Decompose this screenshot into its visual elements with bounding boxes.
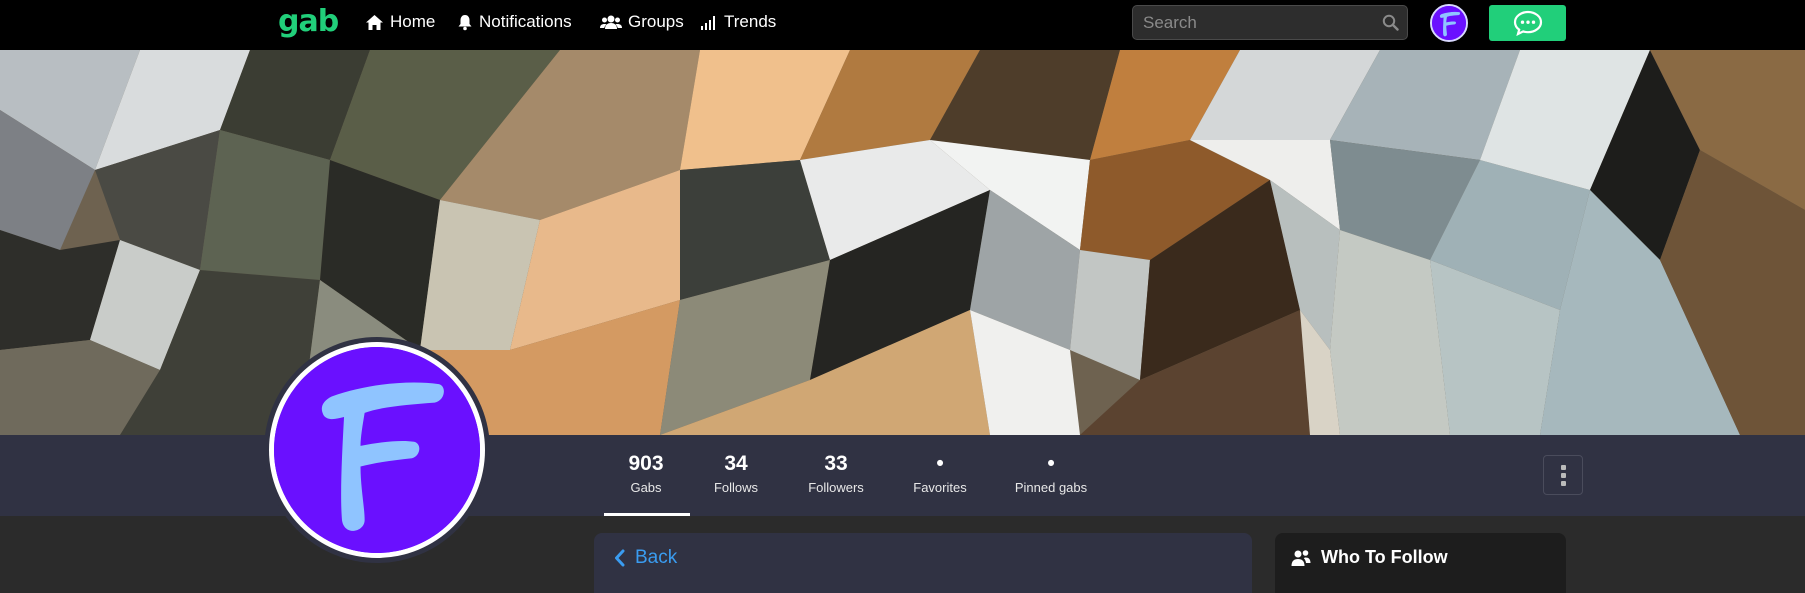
who-to-follow-panel: Who To Follow: [1275, 533, 1566, 593]
nav-home-label: Home: [390, 12, 436, 31]
active-tab-indicator: [604, 513, 690, 516]
back-label: Back: [635, 547, 678, 568]
nav-home[interactable]: Home: [365, 12, 435, 32]
chat-bubble-icon: [1513, 10, 1542, 36]
signal-icon: [701, 16, 715, 30]
home-icon: [366, 14, 383, 30]
back-link[interactable]: Back: [614, 547, 677, 569]
gabs-count: 903: [628, 452, 664, 475]
pinned-gabs-label: Pinned gabs: [1014, 480, 1088, 495]
nav-groups-label: Groups: [628, 12, 684, 31]
profile-avatar-ring: [269, 342, 485, 558]
followers-count: 33: [824, 452, 848, 475]
nav-notifications[interactable]: Notifications: [457, 12, 572, 32]
nav-groups[interactable]: Groups: [600, 12, 684, 32]
profile-cover-image: [0, 50, 1805, 435]
tab-followers[interactable]: 33 Followers: [795, 452, 877, 495]
more-dot-icon: [1560, 464, 1566, 470]
users-icon: [600, 15, 622, 29]
followers-label: Followers: [808, 480, 864, 495]
bell-icon: [458, 14, 472, 30]
nav-trends-label: Trends: [724, 12, 777, 31]
pinned-gabs-count: •: [1047, 452, 1055, 475]
avatar-f-logo-icon: [1432, 6, 1466, 40]
who-to-follow-title: Who To Follow: [1321, 547, 1448, 567]
tab-pinned-gabs[interactable]: • Pinned gabs: [1005, 452, 1097, 495]
user-avatar[interactable]: [1430, 4, 1468, 42]
more-dot-icon: [1560, 472, 1566, 478]
chevron-left-icon: [615, 549, 625, 567]
low-poly-cover-art: [0, 50, 1805, 435]
tab-gabs[interactable]: 903 Gabs: [604, 452, 688, 495]
user-group-icon: [1291, 549, 1311, 566]
favorites-count: •: [936, 452, 944, 475]
follows-label: Follows: [713, 480, 759, 495]
search-input[interactable]: [1143, 12, 1373, 34]
more-dot-icon: [1560, 480, 1566, 486]
chat-button[interactable]: [1489, 5, 1566, 41]
tab-follows[interactable]: 34 Follows: [700, 452, 772, 495]
search-box: [1132, 5, 1408, 40]
tab-favorites[interactable]: • Favorites: [900, 452, 980, 495]
profile-avatar[interactable]: [264, 337, 490, 563]
follows-count: 34: [724, 452, 748, 475]
search-icon[interactable]: [1382, 14, 1399, 31]
profile-avatar-image: [274, 347, 480, 553]
timeline-header-panel: Back: [594, 533, 1252, 593]
avatar-f-logo-icon: [274, 347, 480, 553]
more-options-button[interactable]: [1543, 455, 1583, 495]
gab-logo[interactable]: gab: [278, 4, 339, 39]
nav-notifications-label: Notifications: [479, 12, 572, 31]
gabs-label: Gabs: [630, 480, 662, 495]
favorites-label: Favorites: [913, 480, 967, 495]
nav-trends[interactable]: Trends: [700, 12, 776, 32]
top-navbar: gab Home Notifications Groups Trends: [0, 0, 1805, 50]
who-to-follow-header: Who To Follow: [1291, 547, 1448, 568]
